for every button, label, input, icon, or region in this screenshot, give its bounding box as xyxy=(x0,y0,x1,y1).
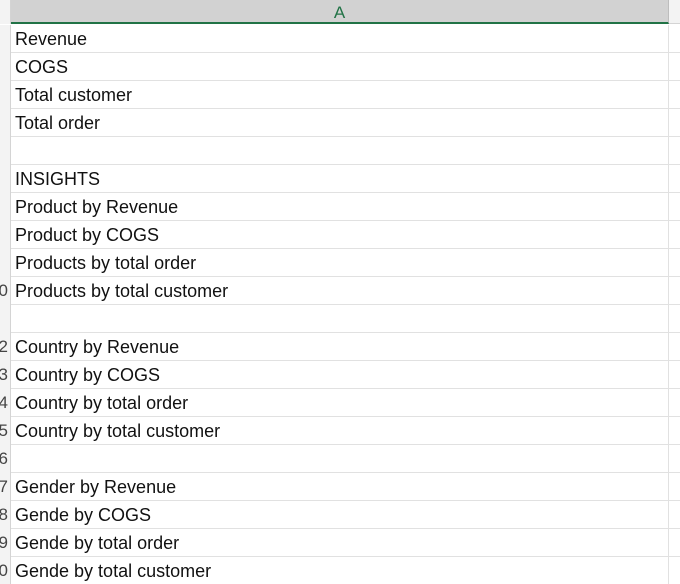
row-header[interactable] xyxy=(0,25,11,53)
cell-a[interactable]: Gende by COGS xyxy=(11,501,669,529)
cell-b[interactable] xyxy=(669,417,680,445)
table-row: 5 Country by total customer xyxy=(0,417,680,445)
cell-b[interactable] xyxy=(669,53,680,81)
table-row: Product by COGS xyxy=(0,221,680,249)
cell-b[interactable] xyxy=(669,473,680,501)
table-row: Revenue xyxy=(0,25,680,53)
table-row: 3 Country by COGS xyxy=(0,361,680,389)
cell-b[interactable] xyxy=(669,333,680,361)
rows-container: Revenue COGS Total customer Total order … xyxy=(0,25,680,584)
cell-b[interactable] xyxy=(669,305,680,333)
row-header[interactable]: 8 xyxy=(0,501,11,529)
cell-b[interactable] xyxy=(669,501,680,529)
cell-a[interactable]: Revenue xyxy=(11,25,669,53)
row-header[interactable]: 2 xyxy=(0,333,11,361)
table-row xyxy=(0,137,680,165)
cell-b[interactable] xyxy=(669,249,680,277)
cell-a[interactable] xyxy=(11,305,669,333)
row-header[interactable] xyxy=(0,305,11,333)
cell-a[interactable]: Country by total customer xyxy=(11,417,669,445)
row-header[interactable]: 4 xyxy=(0,389,11,417)
table-row: Products by total order xyxy=(0,249,680,277)
cell-b[interactable] xyxy=(669,81,680,109)
cell-b[interactable] xyxy=(669,165,680,193)
column-header-row: A xyxy=(0,0,680,24)
cell-a[interactable]: Products by total order xyxy=(11,249,669,277)
table-row: COGS xyxy=(0,53,680,81)
row-header[interactable] xyxy=(0,193,11,221)
table-row: 6 xyxy=(0,445,680,473)
table-row: INSIGHTS xyxy=(0,165,680,193)
cell-a[interactable]: Total customer xyxy=(11,81,669,109)
cell-a[interactable] xyxy=(11,445,669,473)
table-row: Total order xyxy=(0,109,680,137)
table-row: 8 Gende by COGS xyxy=(0,501,680,529)
cell-b[interactable] xyxy=(669,557,680,584)
table-row: 0 Products by total customer xyxy=(0,277,680,305)
row-header[interactable]: 0 xyxy=(0,557,11,584)
select-all-corner[interactable] xyxy=(0,0,11,24)
cell-a[interactable]: Country by total order xyxy=(11,389,669,417)
cell-b[interactable] xyxy=(669,361,680,389)
row-header[interactable] xyxy=(0,249,11,277)
table-row: 4 Country by total order xyxy=(0,389,680,417)
cell-a[interactable]: Country by COGS xyxy=(11,361,669,389)
column-header-a[interactable]: A xyxy=(11,0,669,24)
cell-b[interactable] xyxy=(669,109,680,137)
cell-b[interactable] xyxy=(669,25,680,53)
cell-a[interactable]: Product by COGS xyxy=(11,221,669,249)
table-row: 9 Gende by total order xyxy=(0,529,680,557)
cell-b[interactable] xyxy=(669,445,680,473)
cell-b[interactable] xyxy=(669,529,680,557)
cell-b[interactable] xyxy=(669,137,680,165)
cell-a[interactable]: Product by Revenue xyxy=(11,193,669,221)
table-row: 0 Gende by total customer xyxy=(0,557,680,584)
cell-a[interactable]: Country by Revenue xyxy=(11,333,669,361)
row-header[interactable] xyxy=(0,165,11,193)
row-header[interactable]: 6 xyxy=(0,445,11,473)
cell-a[interactable]: Products by total customer xyxy=(11,277,669,305)
column-header-b[interactable] xyxy=(669,0,680,24)
row-header[interactable]: 5 xyxy=(0,417,11,445)
table-row: 2 Country by Revenue xyxy=(0,333,680,361)
row-header[interactable]: 9 xyxy=(0,529,11,557)
spreadsheet: A Revenue COGS Total customer Total orde… xyxy=(0,0,680,584)
cell-b[interactable] xyxy=(669,193,680,221)
row-header[interactable] xyxy=(0,53,11,81)
cell-a[interactable]: COGS xyxy=(11,53,669,81)
table-row: Total customer xyxy=(0,81,680,109)
table-row xyxy=(0,305,680,333)
cell-b[interactable] xyxy=(669,389,680,417)
row-header[interactable] xyxy=(0,109,11,137)
cell-a[interactable] xyxy=(11,137,669,165)
cell-a[interactable]: Gender by Revenue xyxy=(11,473,669,501)
row-header[interactable]: 7 xyxy=(0,473,11,501)
row-header[interactable]: 0 xyxy=(0,277,11,305)
row-header[interactable] xyxy=(0,221,11,249)
cell-a[interactable]: Gende by total order xyxy=(11,529,669,557)
cell-b[interactable] xyxy=(669,221,680,249)
row-header[interactable] xyxy=(0,81,11,109)
cell-a[interactable]: Total order xyxy=(11,109,669,137)
table-row: Product by Revenue xyxy=(0,193,680,221)
cell-a[interactable]: Gende by total customer xyxy=(11,557,669,584)
table-row: 7 Gender by Revenue xyxy=(0,473,680,501)
row-header[interactable] xyxy=(0,137,11,165)
row-header[interactable]: 3 xyxy=(0,361,11,389)
cell-a[interactable]: INSIGHTS xyxy=(11,165,669,193)
cell-b[interactable] xyxy=(669,277,680,305)
